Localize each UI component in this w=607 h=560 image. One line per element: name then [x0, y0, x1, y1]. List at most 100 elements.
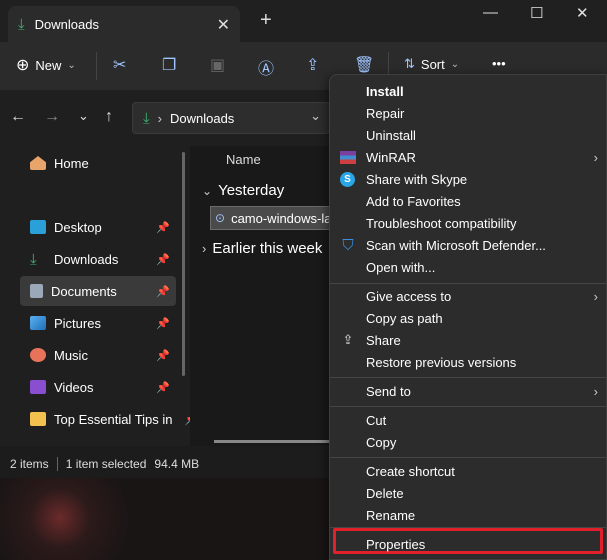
- maximize-button[interactable]: ☐: [530, 4, 543, 22]
- up-button[interactable]: ↑: [105, 108, 113, 126]
- sidebar-item-label: Desktop: [54, 219, 102, 235]
- winrar-icon: [340, 150, 356, 164]
- download-icon: ⤓: [18, 15, 25, 33]
- menu-item-troubleshoot[interactable]: Troubleshoot compatibility: [336, 212, 602, 234]
- recent-locations-button[interactable]: ⌄: [78, 108, 89, 124]
- menu-item-delete[interactable]: Delete: [336, 482, 602, 504]
- selection-size: 94.4 MB: [154, 457, 200, 471]
- cut-icon[interactable]: ✂: [113, 55, 126, 75]
- plus-circle-icon: ⊕: [16, 57, 30, 74]
- menu-separator: [330, 377, 606, 378]
- menu-separator: [330, 406, 606, 407]
- paste-icon[interactable]: ▣: [210, 55, 225, 75]
- desktop-wallpaper: [0, 478, 330, 560]
- installer-icon: ⊙: [215, 211, 226, 225]
- pin-icon: 📌: [156, 349, 170, 362]
- sidebar-item-top-essential-tips[interactable]: Top Essential Tips in 📌: [20, 404, 198, 434]
- defender-shield-icon: ⛉: [342, 236, 354, 254]
- share-icon[interactable]: ⇪: [306, 55, 319, 75]
- documents-icon: [30, 284, 43, 298]
- menu-item-restore-versions[interactable]: Restore previous versions: [336, 351, 602, 373]
- sidebar-item-music[interactable]: Music 📌: [20, 340, 176, 370]
- new-tab-button[interactable]: +: [260, 9, 272, 32]
- menu-item-share-with-skype[interactable]: S Share with Skype: [336, 168, 602, 190]
- pin-icon: 📌: [156, 381, 170, 394]
- sidebar-scrollbar[interactable]: [182, 152, 185, 376]
- group-yesterday[interactable]: ⌄ Yesterday: [202, 182, 284, 199]
- sidebar-item-desktop[interactable]: Desktop 📌: [20, 212, 176, 242]
- file-row[interactable]: ⊙ camo-windows-la: [210, 206, 330, 230]
- sidebar-item-home[interactable]: Home: [20, 148, 176, 178]
- minimize-button[interactable]: —: [483, 4, 498, 21]
- menu-item-copy[interactable]: Copy: [336, 431, 602, 453]
- menu-item-repair[interactable]: Repair: [336, 102, 602, 124]
- chevron-down-icon: ⌄: [67, 59, 76, 71]
- forward-button[interactable]: →: [44, 108, 60, 126]
- menu-item-add-to-favorites[interactable]: Add to Favorites: [336, 190, 602, 212]
- selection-count: 1 item selected: [65, 457, 147, 471]
- home-icon: [30, 156, 46, 170]
- videos-icon: [30, 380, 46, 394]
- menu-item-share[interactable]: ⇪ Share: [336, 329, 602, 351]
- address-expand-icon[interactable]: ⌄: [310, 108, 321, 124]
- menu-item-winrar[interactable]: WinRAR ›: [336, 146, 602, 168]
- sort-button[interactable]: ⇅ Sort ⌄: [404, 56, 459, 72]
- delete-icon[interactable]: 🗑: [354, 55, 374, 75]
- download-icon: ⤓: [30, 250, 37, 268]
- menu-item-create-shortcut[interactable]: Create shortcut: [336, 460, 602, 482]
- sidebar-item-pictures[interactable]: Pictures 📌: [20, 308, 176, 338]
- menu-item-install[interactable]: Install: [336, 80, 602, 102]
- rename-icon[interactable]: Ⓐ: [258, 55, 274, 79]
- pin-icon: 📌: [156, 253, 170, 266]
- tab-close-button[interactable]: ✕: [217, 15, 230, 35]
- group-earlier-this-week[interactable]: › Earlier this week: [202, 240, 322, 257]
- sidebar-item-videos[interactable]: Videos 📌: [20, 372, 176, 402]
- menu-item-uninstall[interactable]: Uninstall: [336, 124, 602, 146]
- music-icon: [30, 348, 46, 362]
- item-count: 2 items: [10, 457, 49, 471]
- back-button[interactable]: ←: [10, 108, 26, 126]
- file-list-scrollbar[interactable]: [214, 440, 330, 443]
- close-window-button[interactable]: ✕: [576, 4, 589, 22]
- menu-item-cut[interactable]: Cut: [336, 409, 602, 431]
- download-icon: ⤓: [143, 109, 150, 127]
- breadcrumb-separator: ›: [157, 110, 162, 126]
- menu-item-properties[interactable]: Properties: [336, 533, 602, 555]
- sidebar-item-documents[interactable]: Documents 📌: [20, 276, 176, 306]
- sidebar-item-label: Music: [54, 347, 88, 363]
- sidebar-item-label: Top Essential Tips in: [54, 411, 173, 427]
- menu-item-give-access[interactable]: Give access to ›: [336, 285, 602, 307]
- more-options-button[interactable]: •••: [492, 56, 506, 71]
- new-button[interactable]: ⊕ New ⌄: [16, 55, 76, 75]
- menu-item-rename[interactable]: Rename: [336, 504, 602, 526]
- copy-icon[interactable]: ❐: [162, 55, 176, 75]
- sidebar-item-downloads[interactable]: ⤓ Downloads 📌: [20, 244, 176, 274]
- menu-item-open-with[interactable]: Open with...: [336, 256, 602, 278]
- address-bar[interactable]: ⤓ › Downloads ⌄: [132, 102, 330, 134]
- sort-icon: ⇅: [404, 56, 415, 71]
- context-menu: Install Repair Uninstall WinRAR › S Shar…: [329, 74, 607, 560]
- menu-item-copy-as-path[interactable]: Copy as path: [336, 307, 602, 329]
- new-button-label: New: [35, 57, 62, 73]
- sidebar-item-label: Downloads: [54, 251, 119, 267]
- pin-icon: 📌: [156, 221, 170, 234]
- column-header-name[interactable]: Name: [226, 152, 261, 167]
- menu-separator: [330, 283, 606, 284]
- menu-item-send-to[interactable]: Send to ›: [336, 380, 602, 402]
- chevron-right-icon: ›: [202, 241, 207, 256]
- breadcrumb-downloads[interactable]: Downloads: [170, 111, 234, 126]
- sidebar-item-label: Documents: [51, 283, 117, 299]
- desktop-icon: [30, 220, 46, 234]
- tab-downloads[interactable]: ⤓ Downloads ✕: [8, 6, 240, 42]
- pin-icon: 📌: [156, 317, 170, 330]
- file-name: camo-windows-la: [231, 210, 329, 226]
- chevron-down-icon: ⌄: [202, 183, 213, 198]
- sort-button-label: Sort: [420, 56, 445, 72]
- pictures-icon: [30, 316, 46, 330]
- status-divider: [56, 457, 58, 471]
- pin-icon: 📌: [156, 285, 170, 298]
- tab-title: Downloads: [34, 16, 99, 32]
- folder-icon: [30, 412, 46, 426]
- menu-item-scan-defender[interactable]: ⛉ Scan with Microsoft Defender...: [336, 234, 602, 256]
- sidebar-item-label: Pictures: [54, 315, 101, 331]
